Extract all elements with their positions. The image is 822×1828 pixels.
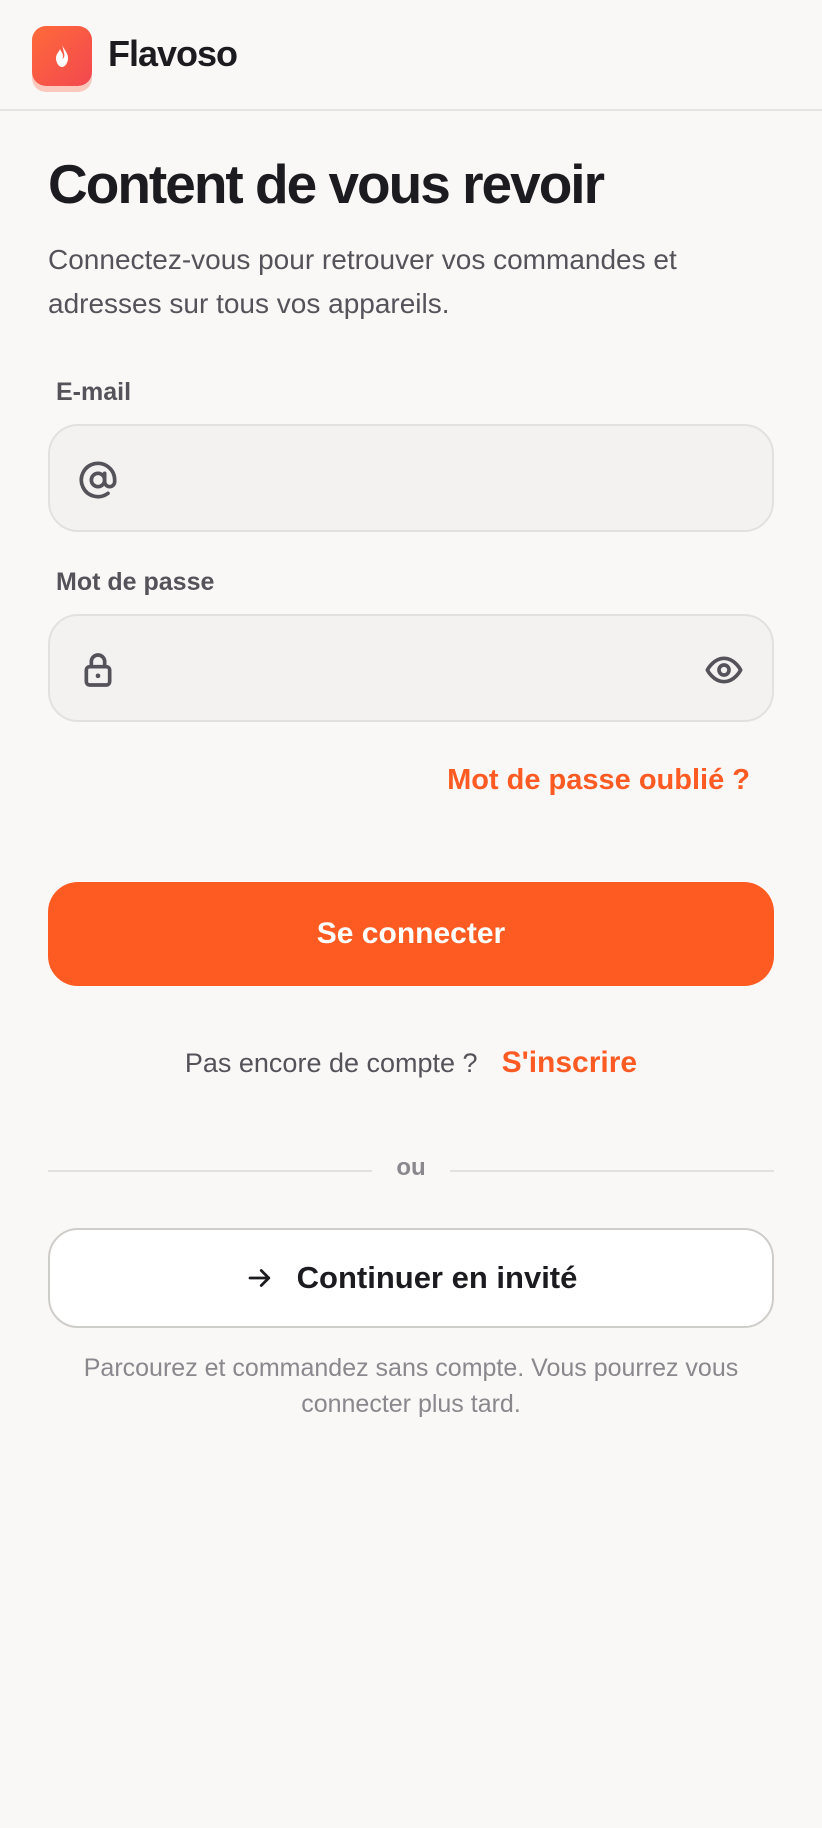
password-label: Mot de passe — [56, 568, 215, 596]
divider-text: ou — [396, 1154, 426, 1181]
email-field[interactable] — [48, 424, 774, 532]
signup-row: Pas encore de compte ? S'inscrire — [0, 1046, 822, 1080]
app-logo[interactable] — [32, 26, 92, 86]
page-title: Content de vous revoir — [48, 153, 605, 215]
guest-button[interactable]: Continuer en invité — [48, 1228, 774, 1328]
signup-link[interactable]: S'inscrire — [502, 1046, 638, 1080]
email-label: E-mail — [56, 378, 132, 406]
app-name: Flavoso — [108, 33, 238, 74]
divider-line-right — [450, 1170, 774, 1172]
eye-icon[interactable] — [704, 650, 744, 690]
arrow-right-icon — [248, 1269, 270, 1287]
guest-note: Parcourez et commandez sans compte. Vous… — [83, 1354, 739, 1418]
at-sign-icon — [79, 461, 117, 499]
app-header: Flavoso — [0, 0, 822, 111]
password-field[interactable] — [48, 614, 774, 722]
lock-icon — [84, 653, 112, 687]
password-input[interactable] — [140, 636, 660, 700]
page-subtitle: Connectez-vous pour retrouver vos comman… — [48, 244, 677, 319]
login-button[interactable]: Se connecter — [48, 882, 774, 986]
divider: ou — [48, 1154, 774, 1188]
signup-prompt: Pas encore de compte ? — [184, 1048, 478, 1078]
email-input[interactable] — [140, 446, 660, 510]
guest-button-label: Continuer en invité — [296, 1260, 578, 1295]
forgot-password-link[interactable]: Mot de passe oublié ? — [447, 764, 750, 797]
flame-icon — [56, 44, 68, 67]
